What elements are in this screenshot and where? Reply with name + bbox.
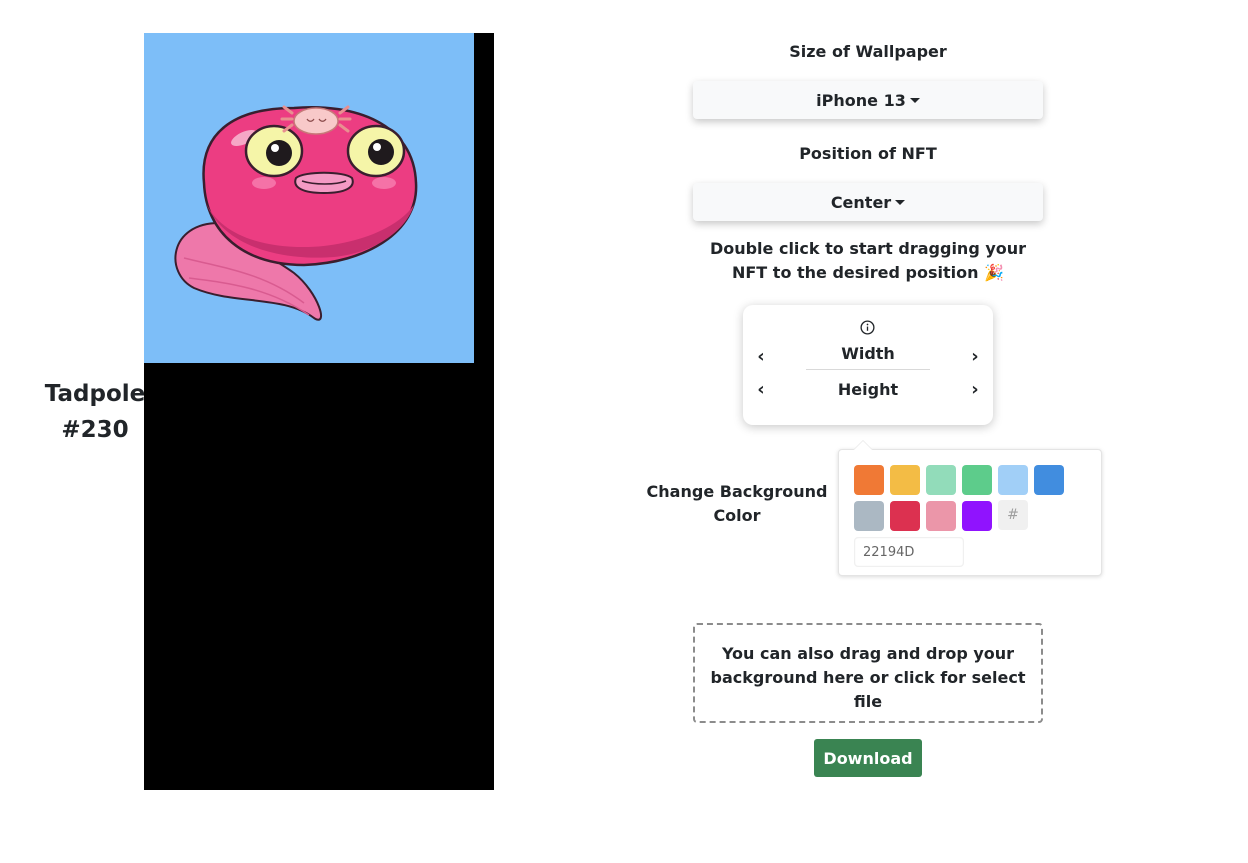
wallpaper-preview[interactable] <box>144 33 494 790</box>
width-decrease-button[interactable]: ‹ <box>743 346 779 367</box>
color-swatch[interactable] <box>890 465 920 495</box>
size-label: Size of Wallpaper <box>789 42 947 61</box>
wallpaper-size-value: iPhone 13 <box>816 90 906 110</box>
color-swatch[interactable] <box>998 465 1028 495</box>
drag-hint: Double click to start dragging your NFT … <box>709 239 1027 282</box>
nft-title-name: Tadpole <box>44 381 146 407</box>
color-swatch[interactable] <box>962 501 992 531</box>
height-label: Height <box>837 380 899 399</box>
width-control: ‹ Width › <box>743 340 993 373</box>
color-swatch[interactable] <box>926 465 956 495</box>
color-picker: # <box>838 440 1102 576</box>
size-adjust-card: ‹ Width › ‹ Height › <box>743 305 993 425</box>
color-swatch[interactable] <box>854 501 884 531</box>
width-increase-button[interactable]: › <box>957 346 993 367</box>
color-swatch[interactable] <box>890 501 920 531</box>
nft-title-number: #230 <box>61 417 129 443</box>
height-increase-button[interactable]: › <box>957 379 993 400</box>
wallpaper-size-dropdown[interactable]: iPhone 13 <box>693 81 1043 119</box>
nft-image[interactable] <box>144 33 474 363</box>
height-decrease-button[interactable]: ‹ <box>743 379 779 400</box>
width-label: Width <box>806 344 930 370</box>
info-icon[interactable] <box>860 320 875 335</box>
hash-label: # <box>998 500 1028 530</box>
background-dropzone[interactable]: You can also drag and drop your backgrou… <box>693 623 1043 723</box>
chevron-down-icon <box>909 97 920 103</box>
nft-position-value: Center <box>830 192 892 212</box>
dropzone-text: You can also drag and drop your backgrou… <box>710 644 1026 711</box>
tadpole-illustration <box>174 105 418 321</box>
color-swatch[interactable] <box>1034 465 1064 495</box>
background-color-label: Change Background Color <box>646 482 828 525</box>
color-swatch[interactable] <box>854 465 884 495</box>
color-swatch[interactable] <box>962 465 992 495</box>
hex-color-input[interactable] <box>854 537 964 567</box>
nft-title: Tadpole #230 <box>30 376 160 448</box>
chevron-down-icon <box>895 199 906 205</box>
download-button[interactable]: Download <box>814 739 922 777</box>
picker-pointer-inner <box>854 441 872 450</box>
color-swatch[interactable] <box>926 501 956 531</box>
height-control: ‹ Height › <box>743 373 993 406</box>
position-label: Position of NFT <box>799 144 937 163</box>
nft-position-dropdown[interactable]: Center <box>693 183 1043 221</box>
